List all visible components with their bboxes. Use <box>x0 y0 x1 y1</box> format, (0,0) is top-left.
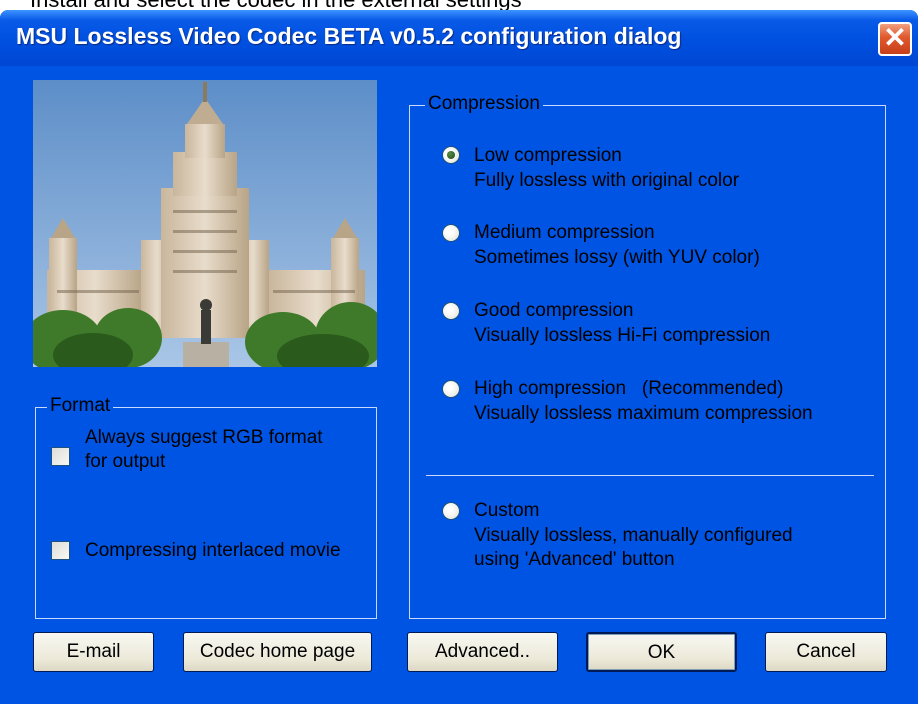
interlaced-label: Compressing interlaced movie <box>85 540 341 561</box>
building-photo <box>33 80 377 367</box>
radio-medium-compression[interactable] <box>442 224 460 242</box>
format-group-title: Format <box>47 395 114 417</box>
cancel-button[interactable]: Cancel <box>765 632 887 672</box>
radio-selected-dot <box>447 151 455 159</box>
compression-group-title: Compression <box>425 93 543 115</box>
medium-compression-title: Medium compression <box>474 222 655 243</box>
close-icon: ✕ <box>883 22 907 53</box>
custom-compression-title: Custom <box>474 500 540 521</box>
low-compression-desc: Fully lossless with original color <box>474 170 740 191</box>
high-compression-title: High compression (Recommended) <box>474 378 784 399</box>
advanced-button[interactable]: Advanced.. <box>407 632 558 672</box>
title-bar[interactable]: MSU Lossless Video Codec BETA v0.5.2 con… <box>0 10 918 66</box>
config-dialog: MSU Lossless Video Codec BETA v0.5.2 con… <box>0 10 918 704</box>
high-compression-desc: Visually lossless maximum compression <box>474 403 813 424</box>
compression-separator <box>426 475 874 476</box>
dialog-client-area: Format Always suggest RGB format for out… <box>0 66 918 704</box>
low-compression-title: Low compression <box>474 145 622 166</box>
radio-good-compression[interactable] <box>442 302 460 320</box>
moscow-university-image <box>33 80 377 367</box>
rgb-format-checkbox[interactable] <box>51 447 70 466</box>
codec-home-page-button[interactable]: Codec home page <box>183 632 372 672</box>
good-compression-desc: Visually lossless Hi-Fi compression <box>474 325 771 346</box>
rgb-format-label-line2: for output <box>85 451 166 472</box>
radio-high-compression[interactable] <box>442 380 460 398</box>
medium-compression-desc: Sometimes lossy (with YUV color) <box>474 247 760 268</box>
radio-low-compression[interactable] <box>442 146 460 164</box>
ok-button[interactable]: OK <box>586 632 737 672</box>
close-button[interactable]: ✕ <box>878 22 912 56</box>
radio-custom-compression[interactable] <box>442 502 460 520</box>
rgb-format-label-line1: Always suggest RGB format <box>85 427 323 448</box>
interlaced-checkbox[interactable] <box>51 541 70 560</box>
custom-compression-desc-line2: using 'Advanced' button <box>474 549 675 570</box>
custom-compression-desc: Visually lossless, manually configured <box>474 525 793 546</box>
good-compression-title: Good compression <box>474 300 634 321</box>
window-title: MSU Lossless Video Codec BETA v0.5.2 con… <box>16 23 682 49</box>
email-button[interactable]: E-mail <box>33 632 154 672</box>
